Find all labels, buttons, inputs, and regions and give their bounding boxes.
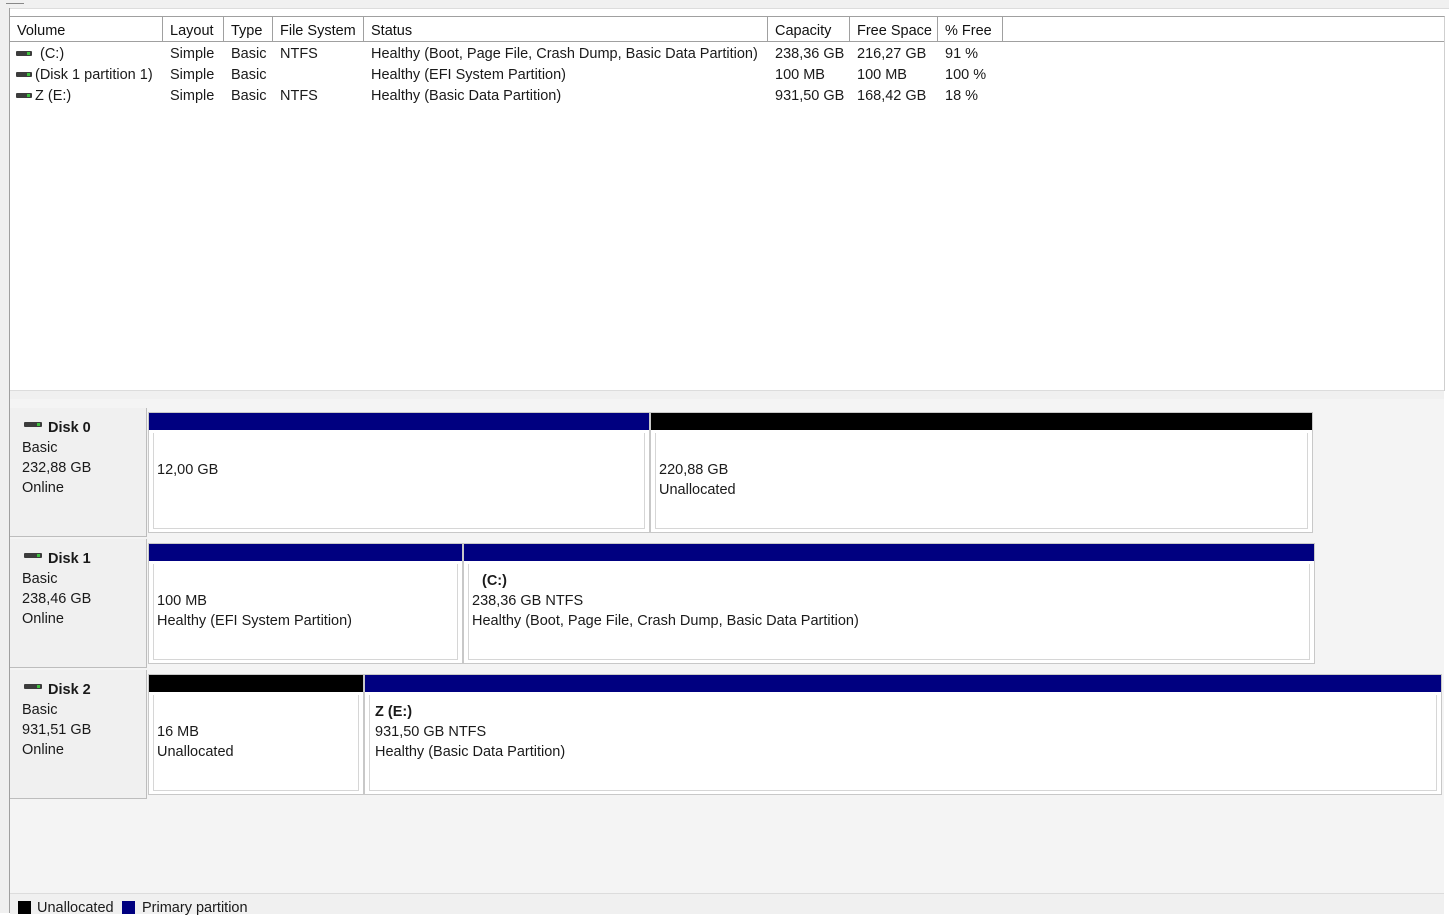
column-header-percent-free[interactable]: % Free (938, 17, 1003, 41)
partition-status: Healthy (Basic Data Partition) (375, 744, 566, 760)
legend-bar: Unallocated Primary partition (10, 893, 1444, 916)
volume-layout: Simple (170, 67, 215, 83)
volume-row-c[interactable]: (C:) Simple Basic NTFS Healthy (Boot, Pa… (10, 44, 1010, 65)
left-window-edge (0, 8, 10, 913)
disk-name: Disk 1 (48, 551, 91, 567)
partition-inner (468, 564, 1310, 660)
volume-list[interactable]: Volume Layout Type File System Status Ca… (10, 16, 1445, 391)
disk-status: Online (22, 480, 64, 496)
volume-type: Basic (231, 88, 267, 104)
volume-free-space: 168,42 GB (857, 88, 927, 104)
legend-label-primary: Primary partition (142, 900, 248, 916)
drive-icon (16, 72, 32, 78)
volume-row-disk1-part1[interactable]: (Disk 1 partition 1) Simple Basic Health… (10, 65, 1010, 86)
volume-capacity: 931,50 GB (775, 88, 845, 104)
toolbar-edge (6, 0, 24, 4)
drive-icon (16, 51, 32, 57)
partition-title: Z (E:) (375, 704, 413, 720)
partition-disk1-c[interactable]: (C:) 238,36 GB NTFS Healthy (Boot, Page … (463, 543, 1315, 664)
partition-disk1-efi[interactable]: 100 MB Healthy (EFI System Partition) (148, 543, 463, 664)
disk-graphical-view: Disk 0 Basic 232,88 GB Online 12,00 GB 2… (10, 399, 1444, 893)
disk-0-label[interactable]: Disk 0 Basic 232,88 GB Online (10, 408, 147, 537)
partition-inner (369, 695, 1437, 791)
partition-status: Unallocated (659, 482, 736, 498)
top-toolbar-strip (0, 0, 1449, 9)
partition-inner (153, 433, 645, 529)
disk-type: Basic (22, 440, 58, 456)
column-header-file-system[interactable]: File System (273, 17, 364, 41)
volume-percent-free: 18 % (945, 88, 979, 104)
partition-title: (C:) (482, 573, 507, 589)
volume-status: Healthy (EFI System Partition) (371, 67, 566, 83)
legend-swatch-unallocated (18, 901, 31, 914)
partition-stripe-unallocated (651, 413, 1312, 430)
disk-name: Disk 2 (48, 682, 91, 698)
partition-disk2-unallocated[interactable]: 16 MB Unallocated (148, 674, 364, 795)
volume-capacity: 238,36 GB (775, 46, 845, 62)
partition-disk0-1[interactable]: 12,00 GB (148, 412, 650, 533)
partition-stripe-unallocated (149, 675, 363, 692)
partition-size: 238,36 GB NTFS (472, 593, 584, 609)
disk-size: 931,51 GB (22, 722, 92, 738)
disk-size: 238,46 GB (22, 591, 92, 607)
volume-type: Basic (231, 46, 267, 62)
volume-row-e[interactable]: Z (E:) Simple Basic NTFS Healthy (Basic … (10, 86, 1010, 107)
volume-status: Healthy (Boot, Page File, Crash Dump, Ba… (371, 46, 758, 62)
volume-percent-free: 100 % (945, 67, 987, 83)
partition-stripe-primary (149, 413, 649, 430)
disk-2-label[interactable]: Disk 2 Basic 931,51 GB Online (10, 670, 147, 799)
disk-drive-icon (24, 422, 42, 428)
volume-layout: Simple (170, 88, 215, 104)
volume-file-system: NTFS (280, 88, 318, 104)
volume-layout: Simple (170, 46, 215, 62)
partition-size: 100 MB (157, 593, 207, 609)
disk-1-label[interactable]: Disk 1 Basic 238,46 GB Online (10, 539, 147, 668)
disk-type: Basic (22, 571, 58, 587)
legend-swatch-primary (122, 901, 135, 914)
column-header-layout[interactable]: Layout (163, 17, 224, 41)
volume-name: (Disk 1 partition 1) (35, 67, 153, 83)
column-header-status[interactable]: Status (364, 17, 768, 41)
volume-percent-free: 91 % (945, 46, 979, 62)
partition-stripe-primary (365, 675, 1441, 692)
column-header-capacity[interactable]: Capacity (768, 17, 850, 41)
partition-size: 12,00 GB (157, 462, 219, 478)
disk-name: Disk 0 (48, 420, 91, 436)
legend-label-unallocated: Unallocated (37, 900, 114, 916)
partition-disk2-e[interactable]: Z (E:) 931,50 GB NTFS Healthy (Basic Dat… (364, 674, 1442, 795)
volume-file-system: NTFS (280, 46, 318, 62)
volume-capacity: 100 MB (775, 67, 825, 83)
column-header-free-space[interactable]: Free Space (850, 17, 938, 41)
partition-status: Healthy (Boot, Page File, Crash Dump, Ba… (472, 613, 859, 629)
volume-free-space: 216,27 GB (857, 46, 927, 62)
volume-list-header: Volume Layout Type File System Status Ca… (10, 17, 1444, 42)
disk-size: 232,88 GB (22, 460, 92, 476)
partition-size: 220,88 GB (659, 462, 729, 478)
disk-status: Online (22, 611, 64, 627)
volume-name: Z (E:) (35, 88, 72, 104)
volume-free-space: 100 MB (857, 67, 907, 83)
disk-drive-icon (24, 684, 42, 690)
disk-status: Online (22, 742, 64, 758)
disk-drive-icon (24, 553, 42, 559)
partition-inner (153, 564, 458, 660)
volume-type: Basic (231, 67, 267, 83)
drive-icon (16, 93, 32, 99)
partition-status: Healthy (EFI System Partition) (157, 613, 352, 629)
column-header-type[interactable]: Type (224, 17, 273, 41)
partition-disk0-unallocated[interactable]: 220,88 GB Unallocated (650, 412, 1313, 533)
partition-status: Unallocated (157, 744, 234, 760)
partition-stripe-primary (464, 544, 1314, 561)
partition-inner (655, 433, 1308, 529)
disk-type: Basic (22, 702, 58, 718)
column-header-volume[interactable]: Volume (10, 17, 163, 41)
partition-stripe-primary (149, 544, 462, 561)
partition-size: 931,50 GB NTFS (375, 724, 487, 740)
partition-size: 16 MB (157, 724, 199, 740)
volume-status: Healthy (Basic Data Partition) (371, 88, 562, 104)
partition-inner (153, 695, 359, 791)
volume-name: (C:) (40, 46, 65, 62)
